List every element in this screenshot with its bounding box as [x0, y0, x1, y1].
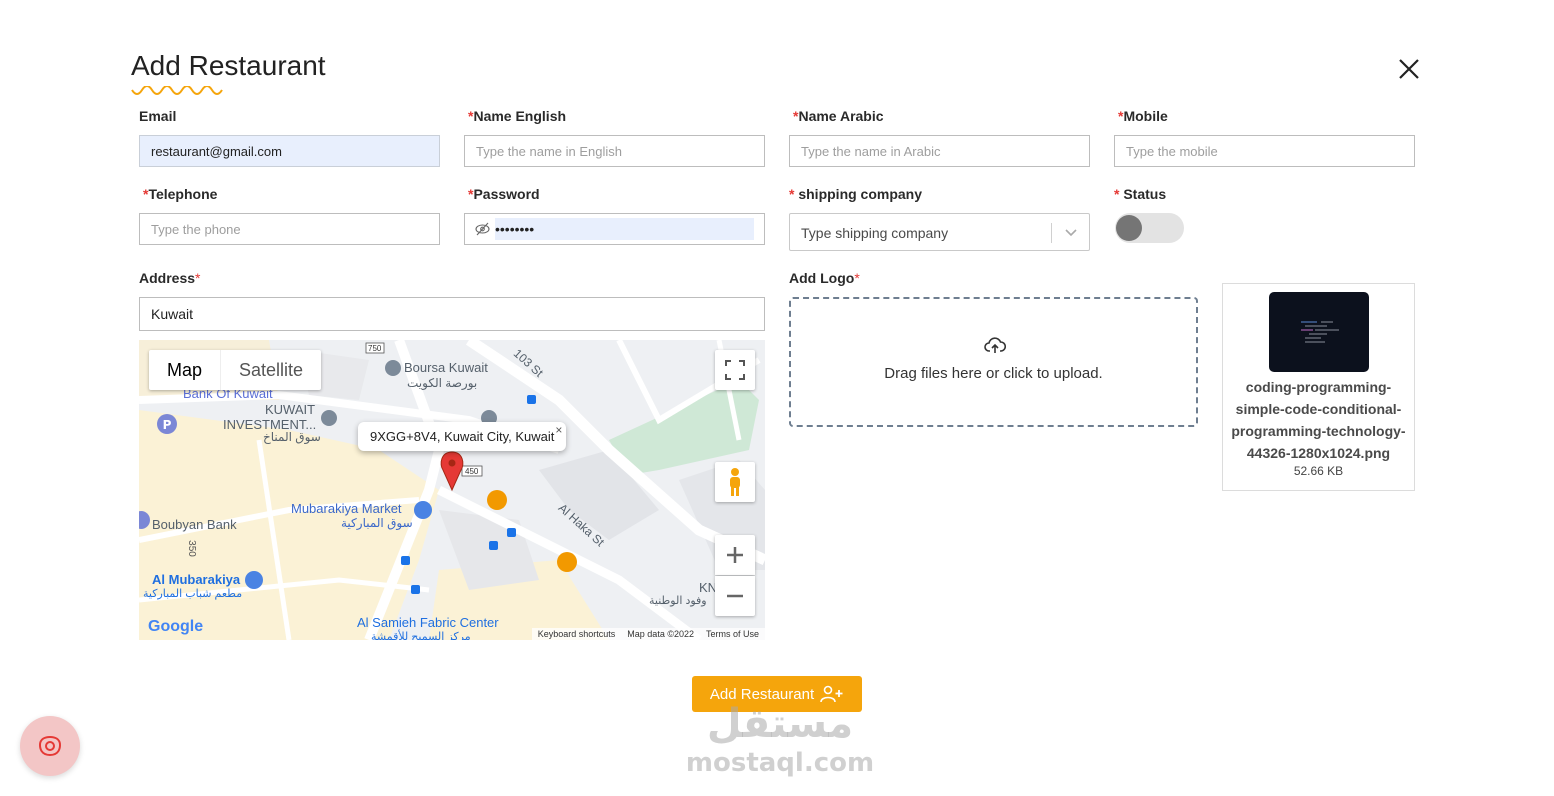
email-field[interactable] — [139, 135, 440, 167]
uploaded-file-card: coding-programming- simple-code-conditio… — [1222, 283, 1415, 491]
status-label: * Status — [1114, 186, 1167, 202]
map-label-boursa-ar: بورصة الكويت — [407, 376, 478, 390]
street-view-pegman-button[interactable] — [715, 462, 755, 502]
mobile-field[interactable] — [1114, 135, 1415, 167]
file-name: coding-programming- simple-code-conditio… — [1223, 376, 1414, 464]
terms-of-use-link[interactable]: Terms of Use — [706, 629, 759, 639]
chevron-down-icon — [1065, 229, 1077, 237]
shipping-company-select[interactable]: Type shipping company — [789, 213, 1090, 251]
shipping-company-label: * shipping company — [789, 186, 923, 202]
map-label-al-mubarakiya: Al Mubarakiya — [152, 572, 241, 587]
file-name-line: simple-code-conditional- — [1235, 401, 1402, 417]
chat-widget-icon — [38, 735, 62, 757]
map-label-mubarakiya: Mubarakiya Market — [291, 501, 402, 516]
floating-chat-button[interactable] — [20, 716, 80, 776]
plus-icon — [727, 547, 743, 563]
name-arabic-field[interactable] — [789, 135, 1090, 167]
cloud-upload-icon — [984, 337, 1006, 353]
map-type-map-button[interactable]: Map — [149, 350, 220, 390]
eye-invisible-icon[interactable] — [475, 222, 490, 236]
telephone-field[interactable] — [139, 213, 440, 245]
fullscreen-button[interactable] — [715, 350, 755, 390]
map-label-road-750: 750 — [368, 344, 382, 353]
map-type-control: Map Satellite — [149, 350, 322, 390]
file-name-line: 44326-1280x1024.png — [1246, 445, 1391, 461]
name-english-label: *Name English — [468, 108, 567, 124]
zoom-in-button[interactable] — [715, 535, 755, 575]
select-separator — [1051, 223, 1052, 243]
zoom-out-button[interactable] — [715, 576, 755, 616]
close-icon[interactable] — [1396, 56, 1422, 82]
map-label-souq-manakh: سوق المناخ — [263, 430, 321, 444]
file-thumbnail — [1269, 292, 1369, 372]
map-label-wafood: وفود الوطنية — [649, 595, 707, 607]
map-label-al-samieh: Al Samieh Fabric Center — [357, 615, 499, 630]
map-label-road-450: 450 — [465, 467, 479, 476]
map-data-text: Map data ©2022 — [627, 629, 694, 639]
map-label-boubyan: Boubyan Bank — [152, 517, 237, 532]
svg-text:P: P — [163, 418, 172, 432]
file-size: 52.66 KB — [1293, 464, 1344, 478]
file-name-line: programming-technology- — [1231, 423, 1406, 439]
map-type-satellite-button[interactable]: Satellite — [220, 350, 321, 390]
add-logo-label: Add Logo* — [789, 270, 860, 286]
email-label: Email — [139, 108, 177, 124]
code-preview-image — [1301, 321, 1339, 343]
map-label-boursa: Boursa Kuwait — [404, 360, 488, 375]
map-info-text: 9XGG+8V4, Kuwait City, Kuwait — [370, 429, 555, 444]
map-footer: Keyboard shortcuts Map data ©2022 Terms … — [531, 628, 765, 640]
password-field-wrapper — [464, 213, 765, 245]
watermark-arabic: مستقل — [706, 701, 854, 747]
status-toggle[interactable] — [1115, 213, 1184, 243]
map-label-mubarakiya-ar: سوق المباركية — [341, 516, 413, 530]
telephone-label: *Telephone — [143, 186, 218, 202]
logo-upload-dropzone[interactable]: Drag files here or click to upload. — [789, 297, 1198, 427]
keyboard-shortcuts-link[interactable]: Keyboard shortcuts — [538, 629, 616, 639]
map-label-al-mubarakiya-ar: مطعم شباب المباركية — [143, 588, 243, 600]
map-label-kuwait-investment: KUWAIT — [265, 402, 316, 417]
title-underline-decoration — [131, 86, 223, 95]
map[interactable]: P Boursa Kuwait بورصة الكويت Bank Of Kuw… — [139, 340, 765, 640]
page-title: Add Restaurant — [131, 50, 326, 81]
name-arabic-label: *Name Arabic — [793, 108, 884, 124]
map-label-al-samieh-ar: مركز السميح للأقمشة — [371, 631, 471, 640]
fullscreen-icon — [725, 360, 745, 380]
password-field[interactable] — [495, 218, 754, 240]
upload-hint-text: Drag files here or click to upload. — [884, 365, 1103, 382]
minus-icon — [727, 594, 743, 598]
watermark-latin: mostaql.com — [685, 748, 875, 778]
watermark: مستقل mostaql.com — [680, 700, 880, 778]
toggle-knob — [1116, 215, 1142, 241]
info-window-close-icon[interactable]: × — [555, 423, 562, 437]
pegman-icon — [730, 468, 740, 496]
file-name-line: coding-programming- — [1245, 379, 1392, 395]
map-label-road-350: 350 — [185, 540, 197, 557]
address-label: Address* — [139, 270, 201, 286]
password-label: *Password — [468, 186, 540, 202]
name-english-field[interactable] — [464, 135, 765, 167]
address-field[interactable] — [139, 297, 765, 331]
map-info-window: 9XGG+8V4, Kuwait City, Kuwait × — [358, 422, 567, 451]
shipping-company-placeholder: Type shipping company — [801, 225, 949, 241]
mobile-label: *Mobile — [1118, 108, 1168, 124]
google-logo: Google — [148, 618, 204, 635]
